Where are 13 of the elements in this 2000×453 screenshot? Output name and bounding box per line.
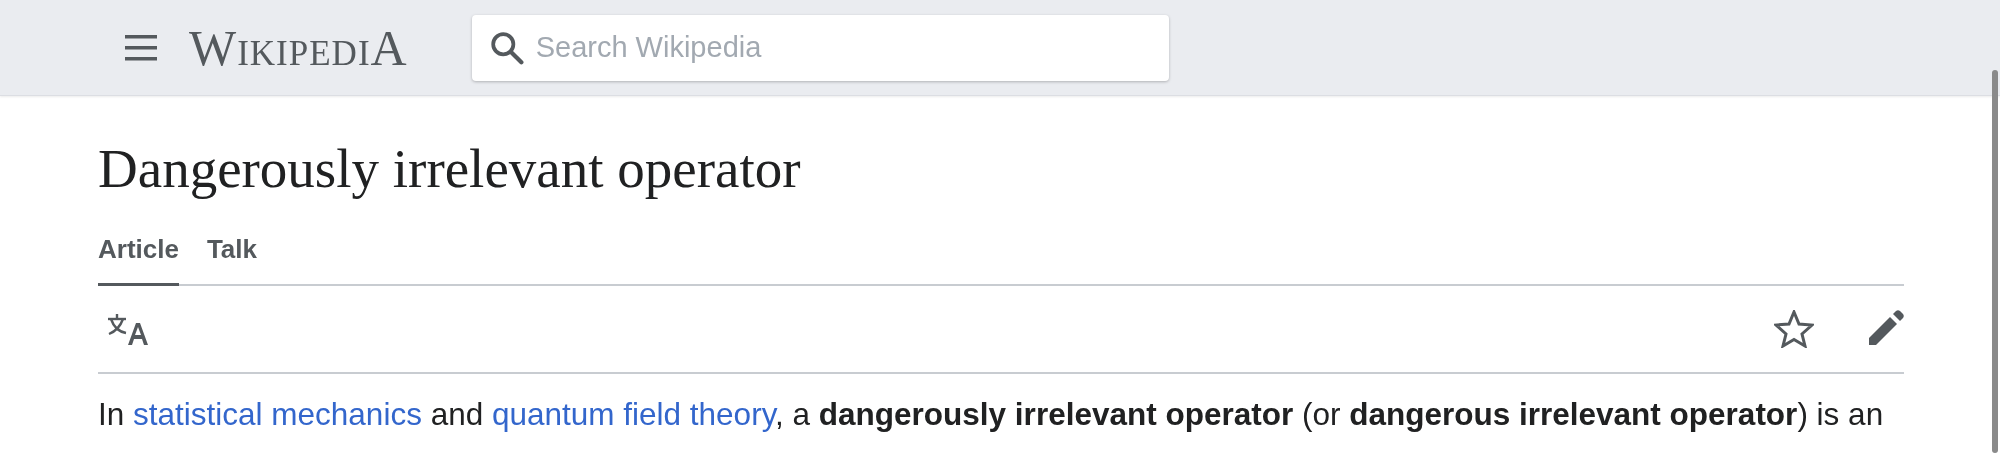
edit-icon[interactable] <box>1866 310 1904 348</box>
tab[interactable]: Article <box>98 230 179 286</box>
article-link[interactable]: statistical mechanics <box>133 396 422 432</box>
scrollbar[interactable] <box>1992 70 1998 453</box>
menu-icon[interactable] <box>125 34 157 61</box>
wikipedia-logo[interactable]: WikipediA <box>189 22 408 73</box>
article-paragraph: In statistical mechanics and quantum field theory, a dangerously irrelevant operator (or dangerous irrelevant operator) is an <box>98 395 1885 434</box>
star-icon[interactable] <box>1774 310 1814 348</box>
language-icon[interactable] <box>106 311 148 347</box>
search-field[interactable]: Search Wikipedia <box>471 14 1169 81</box>
page-title: Dangerously irrelevant operator <box>98 137 802 201</box>
tab[interactable]: Talk <box>206 230 258 286</box>
article-link[interactable]: quantum field theory <box>491 396 776 432</box>
